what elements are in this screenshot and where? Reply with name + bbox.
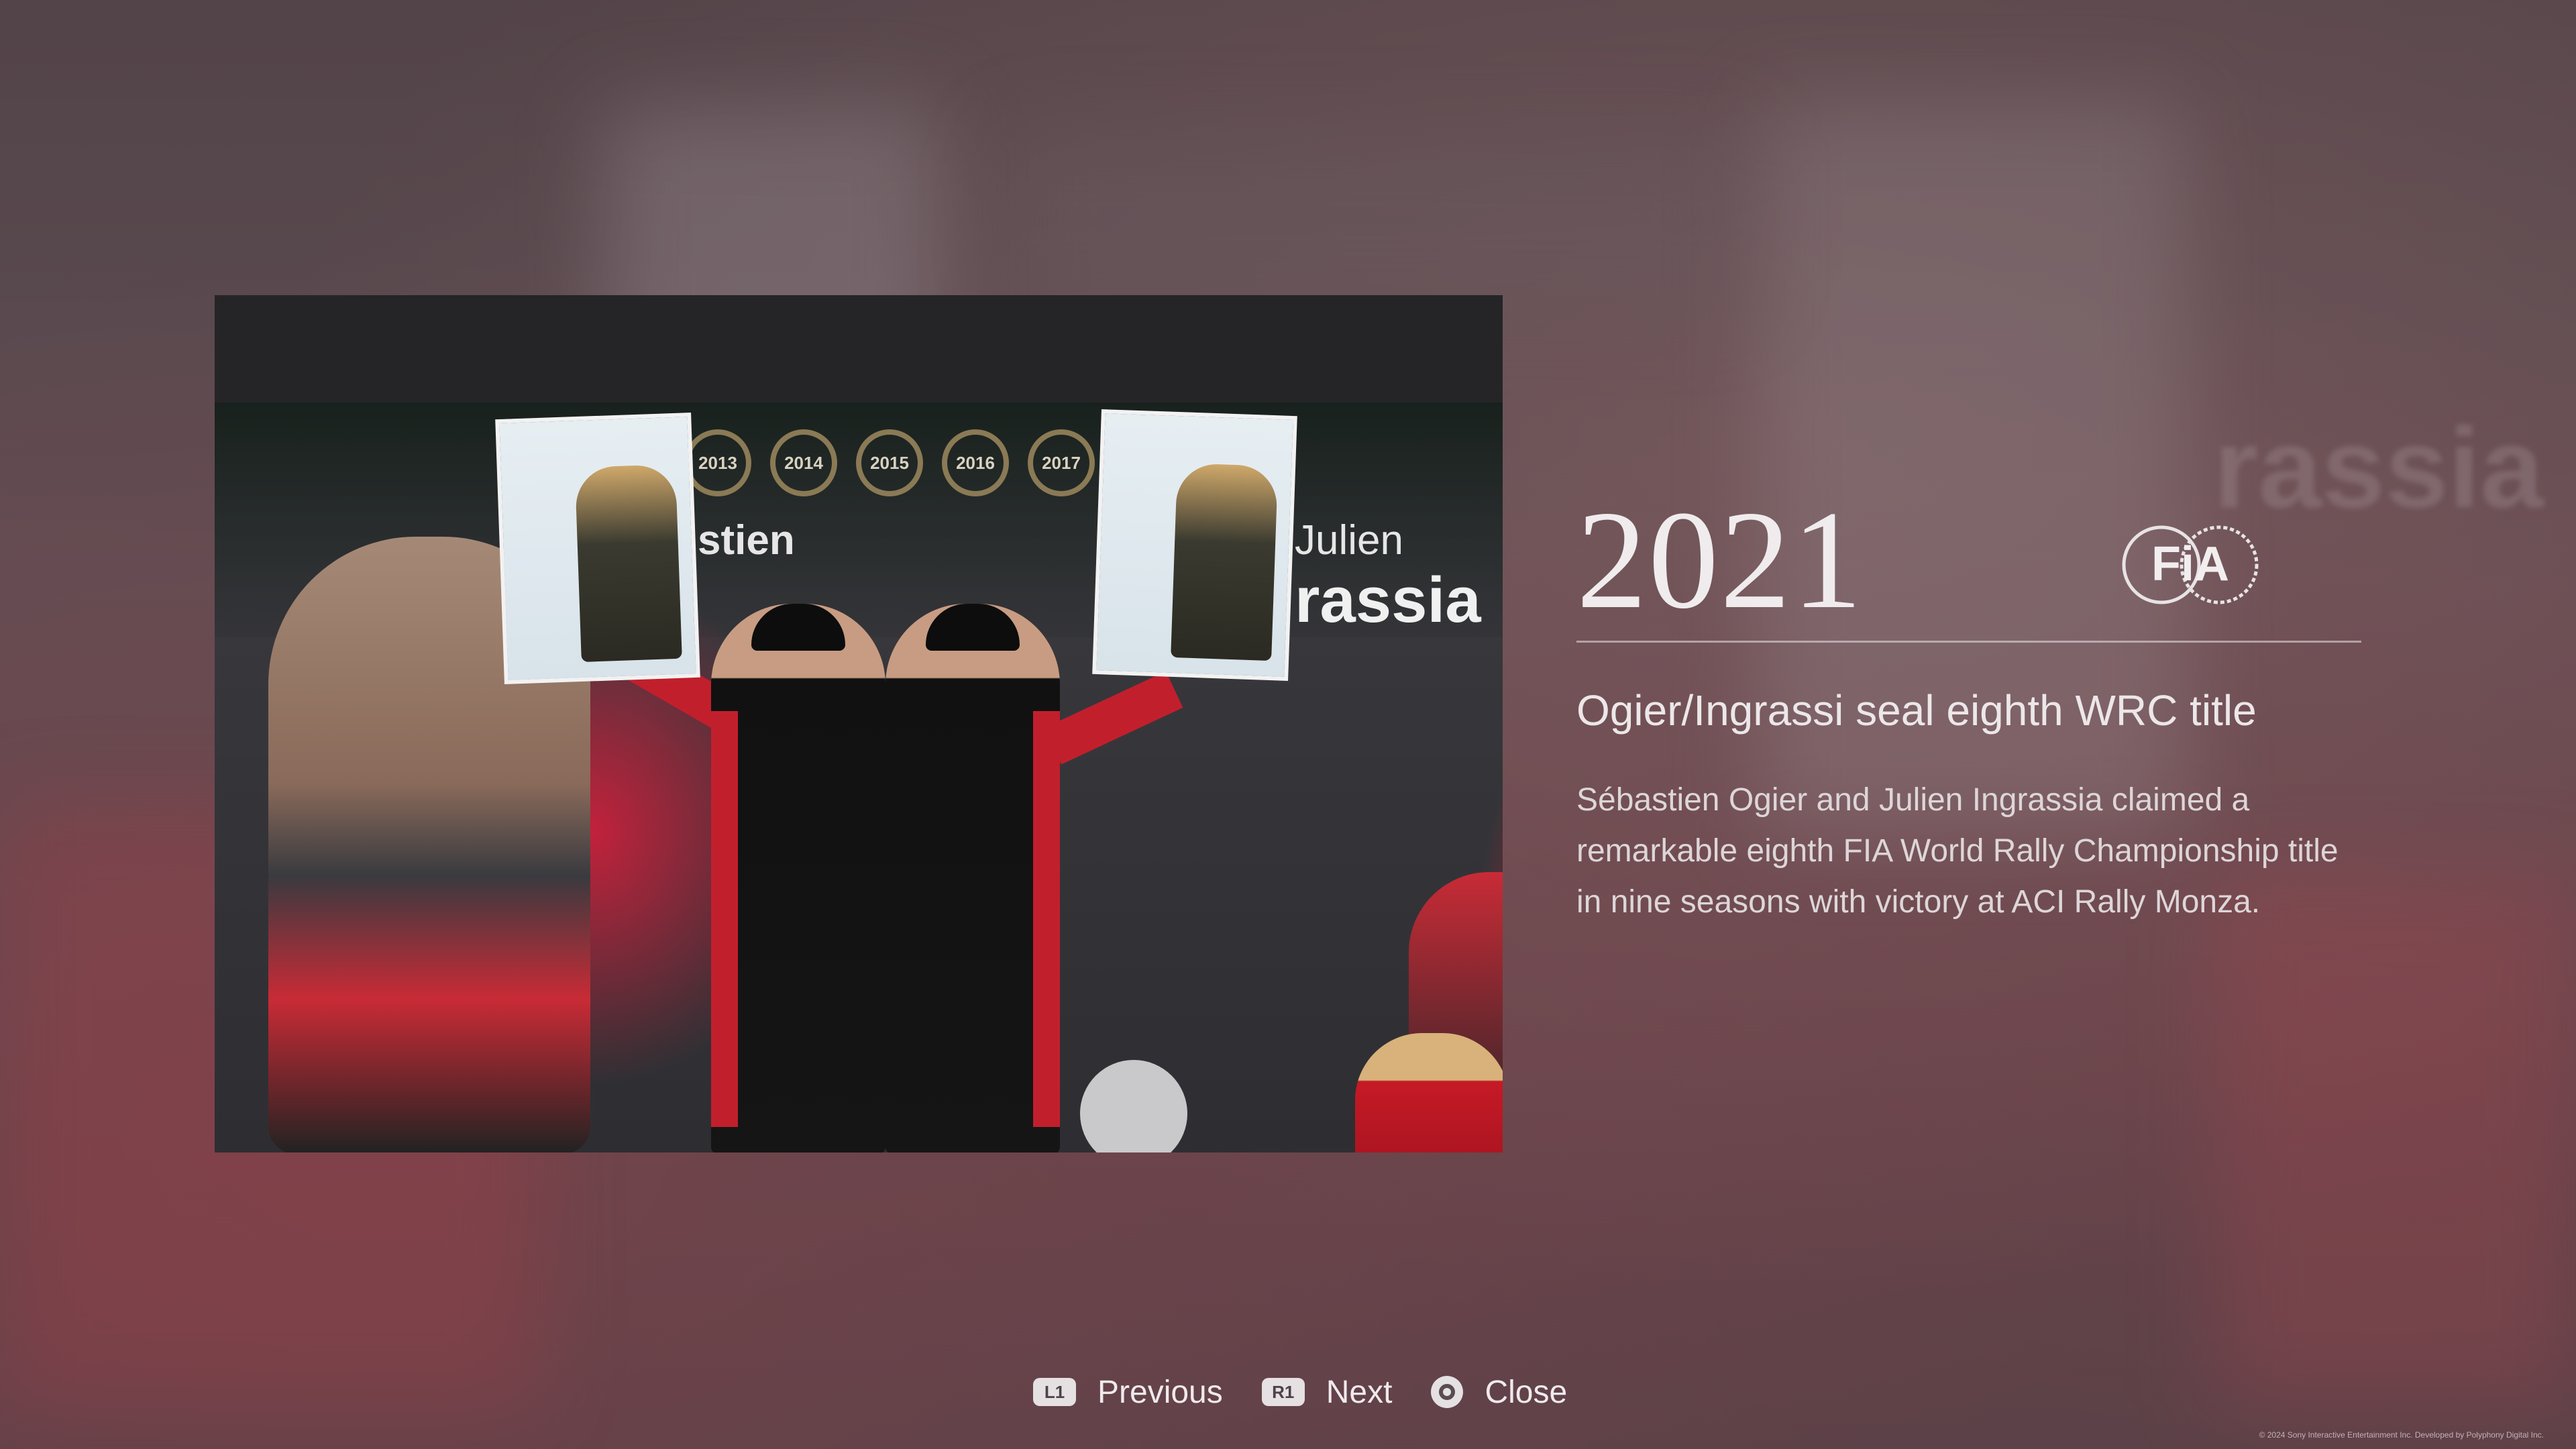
previous-label: Previous — [1097, 1374, 1223, 1410]
driver-figure-right — [885, 604, 1060, 1152]
close-button[interactable]: Close — [1431, 1374, 1567, 1411]
screen-name-right-last: rassia — [1295, 564, 1481, 636]
screen-name-left: stien — [698, 517, 795, 564]
r1-button-icon: R1 — [1261, 1378, 1305, 1406]
title-divider — [1576, 641, 2361, 643]
fia-logo-icon: FiA — [2122, 525, 2259, 604]
laurel-badge: 2017 — [1028, 429, 1095, 496]
champion-poster-left — [495, 413, 700, 684]
champion-poster-right — [1092, 409, 1297, 681]
fia-logo-text: FiA — [2151, 537, 2229, 591]
laurel-badge: 2016 — [942, 429, 1009, 496]
controller-hints: L1 Previous R1 Next Close — [1033, 1372, 1606, 1412]
laurel-badge: 2014 — [770, 429, 837, 496]
article-body: Sébastien Ogier and Julien Ingrassia cla… — [1576, 782, 2339, 920]
circle-button-icon — [1431, 1376, 1464, 1408]
screen-name-right-first: Julien — [1295, 517, 1403, 564]
driver-figure-left — [711, 604, 885, 1152]
l1-button-icon: L1 — [1033, 1378, 1076, 1406]
previous-button[interactable]: L1 Previous — [1033, 1374, 1223, 1411]
next-button[interactable]: R1 Next — [1261, 1374, 1393, 1411]
news-photo: 2013 2014 2015 2016 2017 stien Julien ra… — [215, 295, 1503, 1152]
title-laurels: 2013 2014 2015 2016 2017 — [684, 429, 1095, 496]
article-headline: Ogier/Ingrassi seal eighth WRC title — [1576, 686, 2257, 735]
close-label: Close — [1485, 1374, 1568, 1410]
article-year: 2021 — [1576, 482, 1864, 638]
next-label: Next — [1326, 1374, 1393, 1410]
laurel-badge: 2015 — [856, 429, 923, 496]
laurel-badge: 2013 — [684, 429, 751, 496]
copyright-notice: © 2024 Sony Interactive Entertainment In… — [2259, 1430, 2544, 1440]
